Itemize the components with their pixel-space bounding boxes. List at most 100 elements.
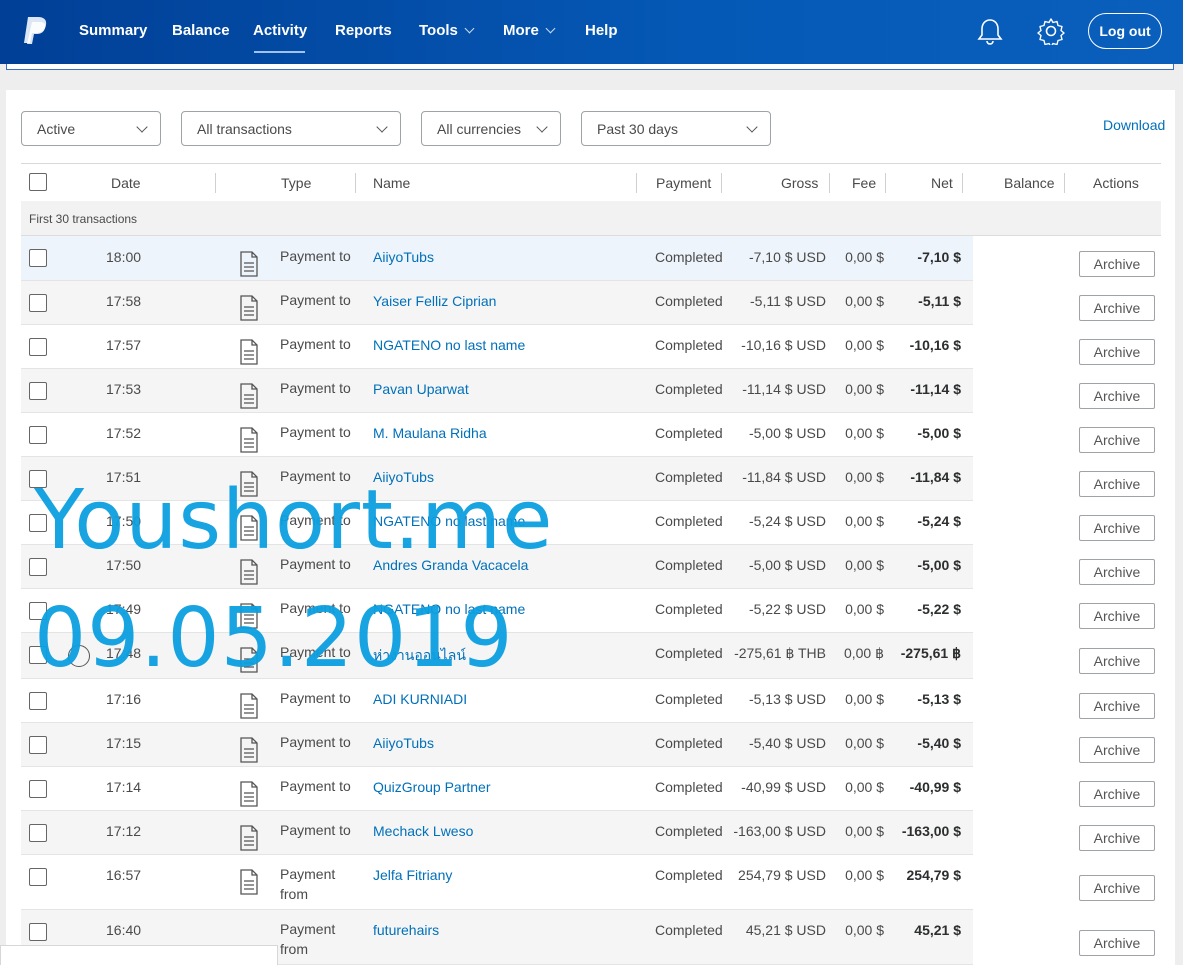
row-type: Payment to xyxy=(280,690,351,706)
nav-activity[interactable]: Activity xyxy=(253,22,307,39)
archive-button[interactable]: Archive xyxy=(1079,559,1155,585)
archive-button[interactable]: Archive xyxy=(1079,930,1155,956)
date-range-filter[interactable]: Past 30 days xyxy=(581,111,771,146)
archive-button[interactable]: Archive xyxy=(1079,295,1155,321)
nav-tools[interactable]: Tools xyxy=(419,22,475,39)
row-checkbox[interactable] xyxy=(29,426,47,444)
row-time: 17:12 xyxy=(106,823,142,839)
row-checkbox[interactable] xyxy=(29,338,47,356)
row-checkbox[interactable] xyxy=(29,294,47,312)
row-name[interactable]: ADI KURNIADI xyxy=(373,691,467,707)
row-net: -5,22 $ xyxy=(917,601,961,617)
row-name[interactable]: QuizGroup Partner xyxy=(373,779,491,795)
gear-icon[interactable] xyxy=(1037,17,1065,45)
logout-button[interactable]: Log out xyxy=(1088,13,1162,49)
archive-button[interactable]: Archive xyxy=(1079,603,1155,629)
row-status: Completed xyxy=(655,922,723,938)
document-icon[interactable] xyxy=(239,295,259,321)
column-divider xyxy=(1064,173,1065,193)
row-checkbox[interactable] xyxy=(29,824,47,842)
row-name[interactable]: futurehairs xyxy=(373,922,439,938)
select-all-checkbox[interactable] xyxy=(29,173,47,191)
document-icon[interactable] xyxy=(239,693,259,719)
archive-button[interactable]: Archive xyxy=(1079,339,1155,365)
row-status: Completed xyxy=(655,249,723,265)
row-checkbox[interactable] xyxy=(29,249,47,267)
chevron-down-icon xyxy=(464,23,475,34)
archive-button[interactable]: Archive xyxy=(1079,693,1155,719)
archive-button[interactable]: Archive xyxy=(1079,648,1155,674)
row-name[interactable]: M. Maulana Ridha xyxy=(373,425,487,441)
paypal-logo-icon[interactable] xyxy=(22,15,48,47)
document-icon[interactable] xyxy=(239,869,259,895)
nav-tools-label: Tools xyxy=(419,22,458,39)
archive-button[interactable]: Archive xyxy=(1079,427,1155,453)
header-gross: Gross xyxy=(781,175,819,191)
table-row[interactable]: 17:58 Payment to Yaiser Felliz Ciprian C… xyxy=(21,281,973,325)
download-link[interactable]: Download xyxy=(1103,117,1165,133)
chevron-down-icon xyxy=(545,23,556,34)
row-name[interactable]: Pavan Uparwat xyxy=(373,381,469,397)
archive-button[interactable]: Archive xyxy=(1079,875,1155,901)
row-type: Payment to xyxy=(280,380,351,396)
row-checkbox[interactable] xyxy=(29,692,47,710)
row-checkbox[interactable] xyxy=(29,736,47,754)
row-checkbox[interactable] xyxy=(29,923,47,941)
row-net: -40,99 $ xyxy=(909,779,961,795)
row-status: Completed xyxy=(655,469,723,485)
table-row[interactable]: 18:00 Payment to AiiyoTubs Completed -7,… xyxy=(21,236,973,281)
nav-summary[interactable]: Summary xyxy=(79,22,147,39)
table-row[interactable]: 16:57 Payment from Jelfa Fitriany Complet… xyxy=(21,855,973,910)
archive-button[interactable]: Archive xyxy=(1079,781,1155,807)
row-name[interactable]: Mechack Lweso xyxy=(373,823,473,839)
archive-button[interactable]: Archive xyxy=(1079,737,1155,763)
document-icon[interactable] xyxy=(239,251,259,277)
document-icon[interactable] xyxy=(239,737,259,763)
nav-more[interactable]: More xyxy=(503,22,556,39)
table-row[interactable]: 17:57 Payment to NGATENO no last name Co… xyxy=(21,325,973,369)
table-row[interactable]: 17:15 Payment to AiiyoTubs Completed -5,… xyxy=(21,723,973,767)
row-name[interactable]: AiiyoTubs xyxy=(373,735,434,751)
row-status: Completed xyxy=(655,645,723,661)
archive-button[interactable]: Archive xyxy=(1079,471,1155,497)
row-status: Completed xyxy=(655,293,723,309)
document-icon[interactable] xyxy=(239,781,259,807)
document-icon[interactable] xyxy=(239,383,259,409)
document-icon[interactable] xyxy=(239,339,259,365)
row-checkbox[interactable] xyxy=(29,382,47,400)
status-filter[interactable]: Active xyxy=(21,111,161,146)
document-icon[interactable] xyxy=(239,825,259,851)
currency-filter[interactable]: All currencies xyxy=(421,111,561,146)
row-fee: 0,00 $ xyxy=(845,425,884,441)
nav-balance[interactable]: Balance xyxy=(172,22,230,39)
row-status: Completed xyxy=(655,381,723,397)
bell-icon[interactable] xyxy=(977,17,1003,45)
nav-reports[interactable]: Reports xyxy=(335,22,392,39)
row-checkbox[interactable] xyxy=(29,780,47,798)
row-gross: 254,79 $ USD xyxy=(738,867,826,883)
row-checkbox[interactable] xyxy=(29,868,47,886)
archive-button[interactable]: Archive xyxy=(1079,825,1155,851)
table-row[interactable]: 17:12 Payment to Mechack Lweso Completed… xyxy=(21,811,973,855)
header-strip xyxy=(6,64,1174,70)
table-row[interactable]: 17:53 Payment to Pavan Uparwat Completed… xyxy=(21,369,973,413)
header-date[interactable]: Date xyxy=(111,175,141,191)
row-status: Completed xyxy=(655,425,723,441)
document-icon[interactable] xyxy=(239,427,259,453)
row-name[interactable]: NGATENO no last name xyxy=(373,337,525,353)
row-name[interactable]: AiiyoTubs xyxy=(373,249,434,265)
table-row[interactable]: 17:14 Payment to QuizGroup Partner Compl… xyxy=(21,767,973,811)
row-name[interactable]: Jelfa Fitriany xyxy=(373,867,452,883)
row-net: -11,14 $ xyxy=(910,381,961,397)
row-fee: 0,00 ฿ xyxy=(843,645,884,661)
row-fee: 0,00 $ xyxy=(845,867,884,883)
table-row[interactable]: 17:52 Payment to M. Maulana Ridha Comple… xyxy=(21,413,973,457)
nav-help[interactable]: Help xyxy=(585,22,618,39)
row-name[interactable]: Yaiser Felliz Ciprian xyxy=(373,293,496,309)
archive-button[interactable]: Archive xyxy=(1079,251,1155,277)
archive-button[interactable]: Archive xyxy=(1079,383,1155,409)
archive-button[interactable]: Archive xyxy=(1079,515,1155,541)
row-fee: 0,00 $ xyxy=(845,337,884,353)
transaction-type-filter[interactable]: All transactions xyxy=(181,111,401,146)
row-fee: 0,00 $ xyxy=(845,249,884,265)
